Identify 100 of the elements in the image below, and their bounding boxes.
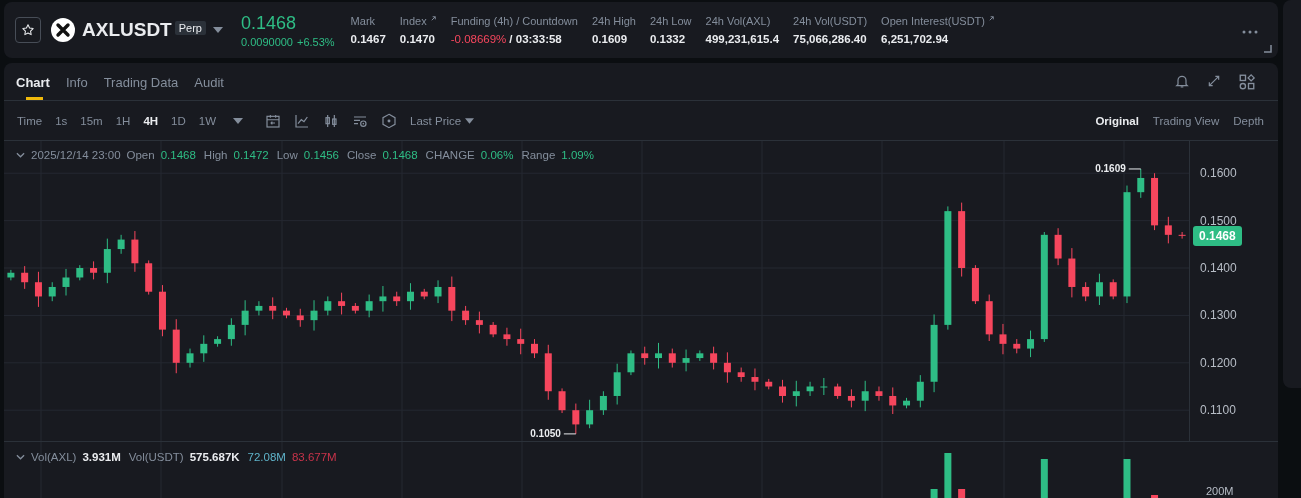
candlestick <box>723 351 731 384</box>
contract-badge: Perp <box>174 21 206 35</box>
candlestick <box>1095 273 1103 306</box>
volume-bar <box>1040 459 1048 498</box>
candlestick <box>62 268 70 296</box>
candlestick <box>861 380 869 412</box>
tab[interactable]: Info <box>65 75 88 100</box>
candlestick <box>627 350 635 376</box>
axis-label: 0.1100 <box>1200 403 1236 418</box>
line-chart-icon[interactable] <box>294 112 311 129</box>
candlestick <box>214 335 222 348</box>
candlestick <box>269 296 277 320</box>
stat-label: Index <box>399 15 427 27</box>
candlestick <box>21 265 29 290</box>
legend-value: 1.09% <box>561 149 594 161</box>
caret-icon[interactable] <box>213 27 223 33</box>
candlestick <box>420 288 428 300</box>
interval-button[interactable]: 1D <box>171 114 186 127</box>
tab[interactable]: Trading Data <box>103 75 179 100</box>
price-change-percent: +6.53% <box>297 35 335 48</box>
stat-value: 0.1467 <box>350 33 386 45</box>
candlestick <box>668 348 676 369</box>
hexagon-icon[interactable] <box>381 112 398 129</box>
candlestick <box>296 308 304 328</box>
axis-label: 200M <box>1206 485 1234 497</box>
stat-value: 0.1332 <box>649 33 686 45</box>
candle-time: 2025/12/14 23:00 <box>31 149 121 161</box>
candlestick <box>1109 278 1117 300</box>
favorite-button[interactable] <box>15 17 41 43</box>
candlestick <box>517 328 525 355</box>
candlestick <box>117 234 125 255</box>
candlestick <box>1178 231 1186 240</box>
stat-label: 24h Vol(USDT) <box>793 15 868 27</box>
tab[interactable]: Audit <box>194 75 224 100</box>
last-price-tag: 0.1468 <box>1193 225 1242 246</box>
candlestick <box>1137 168 1145 199</box>
legend-value: 0.1456 <box>303 149 339 161</box>
view-tab[interactable]: Trading View <box>1152 114 1220 127</box>
candlestick-icon[interactable] <box>323 112 340 129</box>
candlestick <box>847 388 855 408</box>
candlestick <box>227 317 235 347</box>
stat-value: 6,251,702.94 <box>881 33 949 45</box>
candlestick <box>407 282 414 311</box>
candlestick <box>820 377 828 396</box>
candlestick <box>131 230 139 273</box>
candlestick <box>145 259 153 296</box>
legend-label: High <box>203 149 228 161</box>
candlestick <box>655 342 662 369</box>
candlestick <box>365 294 373 318</box>
tab[interactable]: Chart <box>16 75 50 100</box>
more-icon[interactable] <box>1242 30 1258 34</box>
volume-value: 575.687K <box>189 451 240 463</box>
candlestick <box>765 378 773 390</box>
candlestick <box>737 367 745 383</box>
candlestick <box>903 397 911 409</box>
calendar-icon[interactable] <box>265 112 282 129</box>
layout-icon[interactable] <box>1238 72 1256 91</box>
volume-label: Vol(USDT) <box>128 451 184 463</box>
candlestick <box>613 363 621 405</box>
collapse-icon[interactable] <box>16 152 25 158</box>
interval-button[interactable]: 1W <box>198 114 217 127</box>
candlestick <box>34 271 42 308</box>
caret-icon <box>465 117 475 124</box>
legend-label: Range <box>521 149 556 161</box>
candlestick <box>324 295 332 316</box>
coin-logo-icon <box>51 18 75 42</box>
candlestick <box>434 279 442 304</box>
external-link-icon[interactable] <box>988 15 995 22</box>
candlestick <box>889 386 897 415</box>
interval-label: Time <box>17 114 43 127</box>
candlestick <box>393 291 401 307</box>
interval-button[interactable]: 4H <box>143 114 159 127</box>
candlestick <box>999 323 1007 355</box>
stat-label: 24h High <box>591 15 636 27</box>
caret-icon[interactable] <box>233 117 244 124</box>
interval-button[interactable]: 1H <box>115 114 131 127</box>
candlestick <box>696 350 704 362</box>
candlestick <box>475 311 483 334</box>
legend-label: Open <box>126 149 155 161</box>
star-icon <box>21 23 35 37</box>
volume-bar <box>1151 495 1159 498</box>
stat-value: 499,231,615.4 <box>705 33 780 45</box>
interval-button[interactable]: 1s <box>55 114 68 127</box>
candlestick <box>351 302 359 314</box>
interval-button[interactable]: 15m <box>80 114 103 127</box>
candlestick <box>200 334 208 363</box>
candlestick <box>806 381 814 397</box>
leader-line <box>563 433 577 435</box>
price-type-dropdown[interactable]: Last Price <box>410 114 475 127</box>
collapse-icon[interactable] <box>16 454 25 460</box>
external-link-icon[interactable] <box>429 15 437 22</box>
stat-value: 0.1470 <box>399 33 435 45</box>
candlestick <box>834 383 842 400</box>
legend-value: 0.1468 <box>382 149 418 161</box>
candlestick <box>103 238 111 284</box>
view-tab[interactable]: Depth <box>1233 114 1264 127</box>
view-tab[interactable]: Original <box>1095 114 1139 127</box>
resize-handle-icon[interactable] <box>1264 45 1272 53</box>
axis-label: 0.1400 <box>1200 261 1237 275</box>
volume-bar <box>958 489 966 498</box>
